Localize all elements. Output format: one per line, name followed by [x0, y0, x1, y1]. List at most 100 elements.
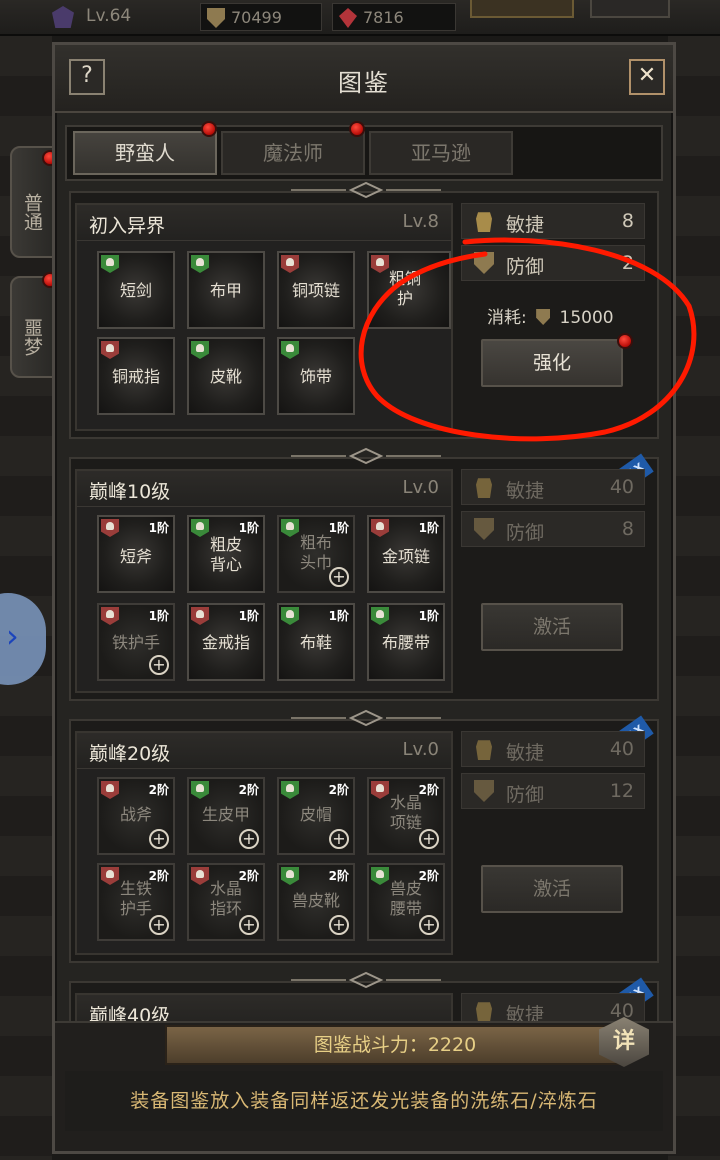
item-slot[interactable]: 1阶 粗皮背心	[187, 515, 265, 593]
top-menu-button-2[interactable]	[590, 0, 670, 18]
item-slot[interactable]: 饰带	[277, 337, 355, 415]
hint-text: 装备图鉴放入装备同样返还发光装备的洗练石/淬炼石	[130, 1090, 598, 1112]
item-name: 水晶项链	[389, 793, 422, 832]
top-menu-button-1[interactable]	[470, 0, 574, 18]
ornament-divider	[291, 709, 441, 727]
item-slot[interactable]: 粗铜护	[367, 251, 451, 329]
stat-row: 敏捷 40	[461, 731, 645, 767]
tab-mage[interactable]: 魔法师	[221, 131, 365, 175]
helmet-badge-icon	[281, 867, 299, 885]
item-slot[interactable]: 铜戒指	[97, 337, 175, 415]
top-hud: Lv.64 70499 7816	[0, 0, 720, 36]
add-icon[interactable]: +	[329, 829, 349, 849]
activate-button[interactable]: 激活	[481, 865, 623, 913]
item-name: 铜项链	[291, 281, 340, 300]
agility-icon	[476, 212, 492, 232]
stat-name: 防御	[506, 256, 545, 278]
close-button[interactable]: ✕	[629, 59, 665, 95]
item-slot[interactable]: 1阶 粗布头巾 +	[277, 515, 355, 593]
add-icon[interactable]: +	[419, 915, 439, 935]
set-1-items-box: 初入异界 Lv.8 短剑 布甲 铜项链 粗铜护 铜戒指 皮靴 饰带	[75, 203, 453, 431]
item-name: 兽皮腰带	[389, 879, 422, 918]
activate-button[interactable]: 激活	[481, 603, 623, 651]
add-icon[interactable]: +	[149, 829, 169, 849]
item-slot[interactable]: 2阶 战斧 +	[97, 777, 175, 855]
ornament-divider	[291, 971, 441, 989]
stat-row: 防御 8	[461, 511, 645, 547]
tier-label: 1阶	[328, 609, 349, 623]
add-icon[interactable]: +	[239, 829, 259, 849]
tab-amazon[interactable]: 亚马逊	[369, 131, 513, 175]
set-3-stats-box: MAX 敏捷 40 防御 12 激活	[461, 715, 655, 955]
helmet-badge-icon	[371, 519, 389, 537]
item-name: 布甲	[209, 281, 242, 300]
item-slot[interactable]: 2阶 水晶项链 +	[367, 777, 445, 855]
agility-icon	[476, 478, 492, 498]
stat-value: 2	[621, 252, 634, 274]
add-icon[interactable]: +	[329, 567, 349, 587]
tab-barbarian[interactable]: 野蛮人	[73, 131, 217, 175]
panel-titlebar: ? 图鉴 ✕	[55, 45, 673, 113]
item-name: 铜戒指	[111, 367, 160, 386]
agility-icon	[476, 1002, 492, 1022]
stat-row: 防御 12	[461, 773, 645, 809]
defense-icon	[474, 518, 494, 540]
set-1-header: 初入异界 Lv.8	[77, 205, 451, 241]
item-name: 粗皮背心	[209, 535, 242, 574]
enhance-button[interactable]: 强化	[481, 339, 623, 387]
set-3-header: 巅峰20级 Lv.0	[77, 733, 451, 769]
tier-label: 1阶	[238, 609, 259, 623]
item-slot[interactable]: 皮靴	[187, 337, 265, 415]
item-slot[interactable]: 2阶 生皮甲 +	[187, 777, 265, 855]
item-slot[interactable]: 2阶 水晶指环 +	[187, 863, 265, 941]
item-slot[interactable]: 1阶 金戒指	[187, 603, 265, 681]
tab-barbarian-notice-dot	[201, 121, 217, 137]
add-icon[interactable]: +	[149, 915, 169, 935]
set-3-items-box: 巅峰20级 Lv.0 2阶 战斧 + 2阶 生皮甲 + 2阶 皮帽 + 2阶 水…	[75, 731, 453, 955]
player-emblem-icon	[52, 6, 74, 28]
item-slot[interactable]: 2阶 兽皮腰带 +	[367, 863, 445, 941]
stat-row: 防御 2	[461, 245, 645, 281]
codex-power-label: 图鉴战斗力：2220	[313, 1034, 477, 1056]
item-slot[interactable]: 铜项链	[277, 251, 355, 329]
gem-resource-value: 7816	[363, 8, 404, 27]
item-slot[interactable]: 短剑	[97, 251, 175, 329]
stat-value: 40	[609, 476, 634, 498]
helmet-badge-icon	[281, 781, 299, 799]
item-slot[interactable]: 布甲	[187, 251, 265, 329]
armor-icon	[536, 309, 551, 325]
helmet-badge-icon	[101, 341, 119, 359]
stat-name: 敏捷	[506, 480, 545, 502]
side-tab-nightmare[interactable]: 噩梦	[10, 276, 54, 378]
stat-row: 敏捷 40	[461, 469, 645, 505]
side-tab-nightmare-label: 噩梦	[21, 318, 43, 356]
armor-icon	[207, 8, 225, 28]
add-icon[interactable]: +	[239, 915, 259, 935]
item-slot[interactable]: 1阶 布腰带	[367, 603, 445, 681]
set-1-name: 初入异界	[89, 215, 166, 237]
gem-resource: 7816	[332, 3, 456, 31]
item-slot[interactable]: 1阶 金项链	[367, 515, 445, 593]
item-slot[interactable]: 2阶 皮帽 +	[277, 777, 355, 855]
add-icon[interactable]: +	[419, 829, 439, 849]
set-2-name: 巅峰10级	[89, 481, 171, 503]
tab-mage-notice-dot	[349, 121, 365, 137]
helmet-badge-icon	[191, 341, 209, 359]
stat-name: 防御	[506, 522, 545, 544]
tier-label: 2阶	[148, 783, 169, 797]
item-slot[interactable]: 1阶 铁护手 +	[97, 603, 175, 681]
item-slot[interactable]: 1阶 布鞋	[277, 603, 355, 681]
item-slot[interactable]: 2阶 兽皮靴 +	[277, 863, 355, 941]
set-1-stats-box: 敏捷 8 防御 2 消耗: 15000 强化	[461, 203, 655, 431]
item-slot[interactable]: 1阶 短斧	[97, 515, 175, 593]
chevron-right-icon: ›	[6, 617, 19, 655]
codex-panel: ? 图鉴 ✕ 野蛮人 魔法师 亚马逊 初入异界 Lv.8 短剑 布甲 铜项链 粗…	[52, 42, 676, 1154]
add-icon[interactable]: +	[149, 655, 169, 675]
add-icon[interactable]: +	[329, 915, 349, 935]
item-name: 金项链	[381, 547, 430, 566]
item-name: 铁护手	[111, 633, 160, 652]
set-card-2: 巅峰10级 Lv.0 1阶 短斧 1阶 粗皮背心 1阶 粗布头巾 + 1阶 金项…	[69, 447, 659, 701]
item-name: 粗铜护	[388, 269, 421, 308]
item-slot[interactable]: 2阶 生铁护手 +	[97, 863, 175, 941]
set-3-name: 巅峰20级	[89, 743, 171, 765]
